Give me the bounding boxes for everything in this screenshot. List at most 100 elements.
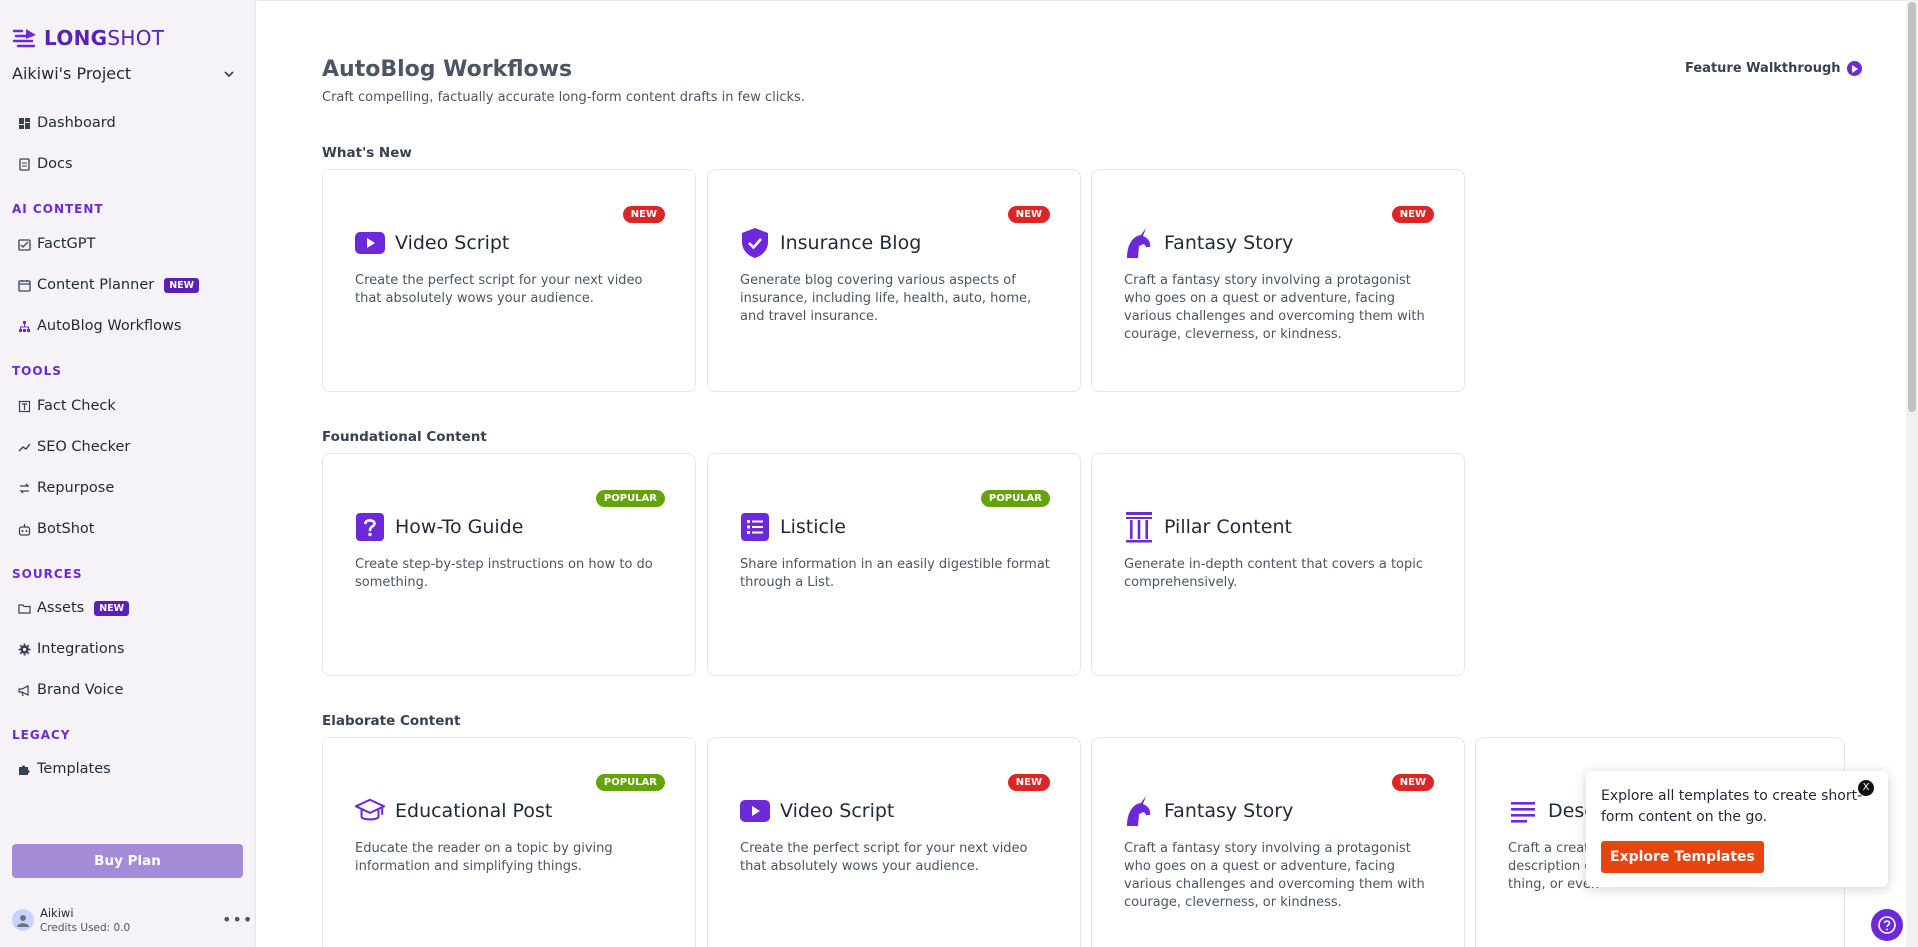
close-icon[interactable]: X [1858, 780, 1874, 796]
scrollbar[interactable] [1906, 0, 1918, 947]
popular-badge: POPULAR [980, 490, 1050, 507]
sidebar-item-label: Integrations [37, 641, 125, 657]
folder-icon [18, 603, 31, 614]
new-badge: NEW [1007, 774, 1050, 791]
shield-check-icon [740, 228, 770, 258]
card-description: Share information in an easily digestibl… [740, 557, 1050, 590]
explore-templates-button[interactable]: Explore Templates [1601, 841, 1764, 873]
card-description: Create step-by-step instructions on how … [355, 557, 653, 590]
section-label-tools: TOOLS [12, 364, 62, 378]
graduation-cap-icon [355, 796, 385, 826]
card-description: Educate the reader on a topic by giving … [355, 841, 613, 874]
card-title: Video Script [395, 232, 510, 254]
workflow-card-video-script-2[interactable]: NEW Video Script Create the perfect scri… [707, 737, 1081, 947]
section-heading-whats-new: What's New [322, 145, 412, 161]
user-profile[interactable]: Aikiwi Credits Used: 0.0 [12, 906, 130, 934]
popular-badge: POPULAR [595, 490, 665, 507]
project-selector[interactable]: Aikiwi's Project [12, 64, 236, 83]
trend-up-icon [18, 443, 31, 451]
sidebar-item-label: Dashboard [37, 115, 116, 131]
page-subtitle: Craft compelling, factually accurate lon… [322, 90, 805, 105]
logo[interactable]: LONGSHOT [12, 26, 164, 50]
workflow-card-fantasy-story[interactable]: NEW Fantasy Story Craft a fantasy story … [1091, 169, 1465, 392]
sidebar-item-label: Docs [37, 156, 73, 172]
workflow-card-insurance-blog[interactable]: NEW Insurance Blog Generate blog coverin… [707, 169, 1081, 392]
help-icon[interactable] [1871, 909, 1903, 941]
app-root: LONGSHOT Aikiwi's Project Dashboard Docs… [0, 0, 1918, 947]
logo-text: LONGSHOT [44, 26, 165, 50]
workflow-card-pillar-content[interactable]: Pillar Content Generate in-depth content… [1091, 453, 1465, 676]
sidebar-item-brand-voice[interactable]: Brand Voice [18, 682, 123, 698]
card-description: Create the perfect script for your next … [355, 273, 643, 306]
sidebar-item-label: Brand Voice [37, 682, 124, 698]
card-description: Generate in-depth content that covers a … [1124, 557, 1423, 590]
section-label-sources: SOURCES [12, 567, 83, 581]
user-credits: Credits Used: 0.0 [40, 922, 131, 934]
text-lines-icon [1508, 796, 1538, 826]
new-badge: NEW [1391, 774, 1434, 791]
more-options-icon[interactable]: ••• [222, 910, 253, 929]
new-badge: NEW [94, 600, 130, 616]
sidebar-item-templates[interactable]: Templates [18, 761, 111, 777]
sidebar-item-fact-check[interactable]: Fact Check [18, 398, 116, 414]
explore-templates-popup: Explore all templates to create short-fo… [1586, 771, 1888, 887]
bot-icon [18, 523, 31, 536]
section-label-ai-content: AI CONTENT [12, 202, 104, 216]
workflow-card-educational-post[interactable]: POPULAR Educational Post Educate the rea… [322, 737, 696, 947]
card-title: Fantasy Story [1164, 800, 1294, 822]
new-badge: NEW [622, 206, 665, 223]
sidebar-item-integrations[interactable]: Integrations [18, 641, 124, 657]
popular-badge: POPULAR [595, 774, 665, 791]
sitemap-icon [19, 320, 30, 332]
workflow-card-video-script[interactable]: NEW Video Script Create the perfect scri… [322, 169, 696, 392]
card-title: Listicle [780, 516, 846, 538]
card-title: How-To Guide [395, 516, 524, 538]
workflow-card-fantasy-story-2[interactable]: NEW Fantasy Story Craft a fantasy story … [1091, 737, 1465, 947]
list-icon [740, 512, 770, 542]
workflow-card-how-to-guide[interactable]: POPULAR How-To Guide Create step-by-step… [322, 453, 696, 676]
youtube-icon [355, 228, 385, 258]
fact-check-icon [18, 400, 31, 412]
card-title: Insurance Blog [780, 232, 922, 254]
user-icon [17, 915, 29, 927]
sidebar-item-label: Content Planner [37, 277, 155, 293]
sidebar-item-content-planner[interactable]: Content Planner NEW [18, 277, 200, 293]
section-label-legacy: LEGACY [12, 728, 71, 742]
sidebar-item-repurpose[interactable]: Repurpose [18, 480, 114, 496]
card-title: Fantasy Story [1164, 232, 1294, 254]
project-name: Aikiwi's Project [12, 64, 132, 83]
workflow-card-listicle[interactable]: POPULAR Listicle Share information in an… [707, 453, 1081, 676]
sidebar-item-assets[interactable]: Assets NEW [18, 600, 130, 616]
section-heading-foundational: Foundational Content [322, 429, 487, 445]
buy-plan-button[interactable]: Buy Plan [12, 844, 243, 878]
new-badge: NEW [164, 277, 200, 293]
avatar [12, 909, 34, 931]
card-description: Craft a fantasy story involving a protag… [1124, 841, 1425, 910]
unicorn-icon [1124, 228, 1154, 258]
sidebar: LONGSHOT Aikiwi's Project Dashboard Docs… [0, 0, 256, 947]
pillar-icon [1124, 512, 1154, 543]
sidebar-item-dashboard[interactable]: Dashboard [18, 115, 116, 131]
sidebar-item-seo-checker[interactable]: SEO Checker [18, 439, 130, 455]
unicorn-icon [1124, 796, 1154, 826]
sidebar-item-label: Fact Check [37, 398, 116, 414]
question-icon [355, 512, 385, 542]
checklist-icon [18, 238, 31, 251]
sidebar-item-botshot[interactable]: BotShot [18, 521, 94, 537]
feature-walkthrough-link[interactable]: Feature Walkthrough [1685, 61, 1862, 76]
walkthrough-label: Feature Walkthrough [1685, 61, 1841, 76]
sidebar-item-autoblog-workflows[interactable]: AutoBlog Workflows [18, 318, 181, 334]
popup-text: Explore all templates to create short-fo… [1601, 788, 1863, 825]
youtube-icon [740, 796, 770, 826]
sidebar-item-label: AutoBlog Workflows [37, 318, 182, 334]
sidebar-item-label: Repurpose [37, 480, 115, 496]
scrollbar-thumb[interactable] [1908, 2, 1916, 412]
sidebar-item-docs[interactable]: Docs [18, 156, 73, 172]
sidebar-item-factgpt[interactable]: FactGPT [18, 236, 95, 252]
repeat-icon [19, 483, 30, 493]
document-icon [19, 157, 30, 171]
card-title: Video Script [780, 800, 895, 822]
logo-icon [12, 29, 36, 48]
sidebar-item-label: FactGPT [37, 236, 96, 252]
play-icon [1846, 61, 1862, 76]
